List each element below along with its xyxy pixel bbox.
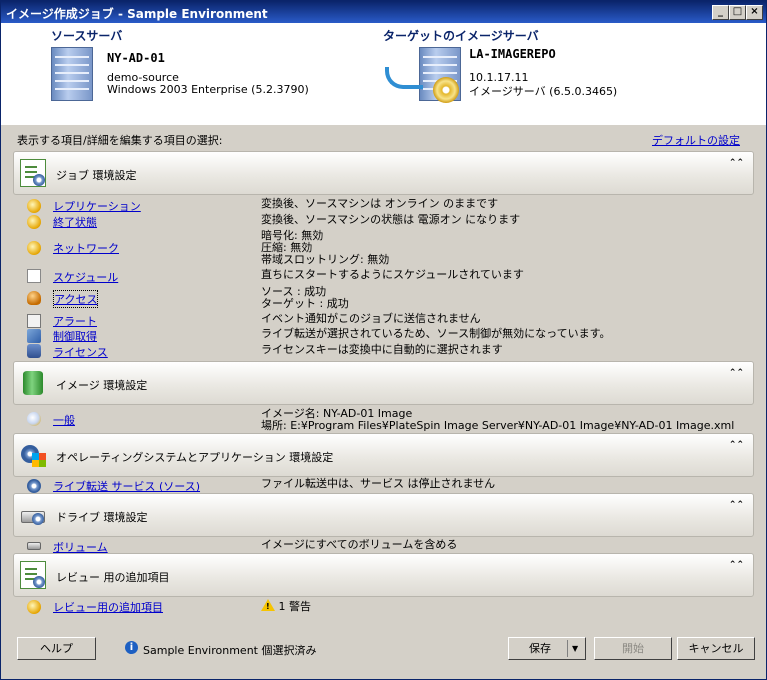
network-icon	[27, 241, 41, 255]
replication-value: 変換後、ソースマシンは オンライン のままです	[261, 197, 499, 210]
save-button[interactable]: 保存 ▼	[508, 637, 586, 660]
section-job-settings[interactable]: ジョブ 環境設定 ⌃⌃	[13, 151, 754, 195]
section-drive-title: ドライブ 環境設定	[56, 511, 148, 524]
minimize-button[interactable]: _	[712, 5, 729, 20]
license-key-icon	[27, 344, 41, 358]
section-os-title: オペレーティングシステムとアプリケーション 環境設定	[56, 451, 334, 464]
access-target: ターゲット : 成功	[261, 297, 349, 310]
warning-count: 1 警告	[278, 600, 312, 613]
close-button[interactable]: ×	[746, 5, 763, 20]
alerts-value: イベント通知がこのジョブに送信されません	[261, 312, 481, 325]
review-icon	[27, 600, 41, 614]
collapse-chevron-icon[interactable]: ⌃⌃	[729, 560, 744, 570]
network-link[interactable]: ネットワーク	[53, 240, 119, 256]
title-bar[interactable]: イメージ作成ジョブ - Sample Environment _ □ ×	[1, 1, 766, 23]
replication-link[interactable]: レプリケーション	[53, 198, 141, 214]
schedule-value: 直ちにスタートするようにスケジュールされています	[261, 268, 524, 281]
settings-panel: ジョブ 環境設定 ⌃⌃ レプリケーション 変換後、ソースマシンは オンライン の…	[13, 151, 754, 619]
alerts-link[interactable]: アラート	[53, 313, 97, 329]
section-drive-settings[interactable]: ドライブ 環境設定 ⌃⌃	[13, 493, 754, 537]
volumes-value: イメージにすべてのボリュームを含める	[261, 538, 458, 551]
server-header: ソースサーバ NY-AD-01 demo-source Windows 2003…	[1, 23, 766, 125]
windows-gear-icon	[20, 441, 46, 469]
selection-title: 表示する項目/詳細を編集する項目の選択:	[17, 134, 223, 147]
section-job-title: ジョブ 環境設定	[56, 169, 137, 182]
start-button[interactable]: 開始	[594, 637, 672, 660]
license-value: ライセンスキーは変換中に自動的に選択されます	[261, 343, 503, 356]
section-image-settings[interactable]: イメージ 環境設定 ⌃⌃	[13, 361, 754, 405]
source-heading: ソースサーバ	[51, 29, 123, 43]
collapse-chevron-icon[interactable]: ⌃⌃	[729, 440, 744, 450]
access-link[interactable]: アクセス	[53, 290, 99, 308]
section-os-settings[interactable]: オペレーティングシステムとアプリケーション 環境設定 ⌃⌃	[13, 433, 754, 477]
image-server-section-icon	[20, 369, 46, 397]
collapse-chevron-icon[interactable]: ⌃⌃	[729, 158, 744, 168]
collapse-chevron-icon[interactable]: ⌃⌃	[729, 500, 744, 510]
end-state-link[interactable]: 終了状態	[53, 214, 97, 230]
cancel-button[interactable]: キャンセル	[677, 637, 755, 660]
end-state-value: 変換後、ソースマシンの状態は 電源オン になります	[261, 213, 521, 226]
job-settings-icon	[20, 159, 46, 187]
drive-icon	[27, 542, 41, 550]
calendar-icon	[27, 269, 41, 283]
info-icon: i	[125, 641, 138, 654]
section-review-items[interactable]: レビュー 用の追加項目 ⌃⌃	[13, 553, 754, 597]
save-dropdown-icon[interactable]: ▼	[572, 638, 578, 659]
warning-icon: !	[261, 599, 275, 611]
target-heading: ターゲットのイメージサーバ	[383, 29, 539, 43]
take-control-icon	[27, 329, 41, 343]
live-transfer-service-link[interactable]: ライブ転送 サービス (ソース)	[53, 478, 200, 494]
users-icon	[27, 291, 41, 305]
take-control-link[interactable]: 制御取得	[53, 328, 97, 344]
maximize-button[interactable]: □	[729, 5, 746, 20]
review-warning: ! 1 警告	[261, 599, 311, 613]
collapse-chevron-icon[interactable]: ⌃⌃	[729, 368, 744, 378]
disc-icon	[433, 77, 459, 103]
take-control-value: ライブ転送が選択されているため、ソース制御が無効になっています。	[261, 327, 611, 340]
source-server-icon	[51, 47, 93, 101]
transfer-arrow-icon	[385, 67, 423, 89]
end-state-icon	[27, 215, 41, 229]
source-server-os: Windows 2003 Enterprise (5.2.3790)	[107, 83, 309, 96]
selection-status: Sample Environment 個選択済み	[143, 644, 317, 657]
source-server-name: NY-AD-01	[107, 51, 165, 65]
target-server-version: イメージサーバ (6.5.0.3465)	[469, 85, 618, 98]
window-title: イメージ作成ジョブ - Sample Environment	[6, 7, 268, 21]
general-link[interactable]: 一般	[53, 412, 75, 428]
live-transfer-service-value: ファイル転送中は、サービス は停止されません	[261, 477, 496, 490]
image-job-window: イメージ作成ジョブ - Sample Environment _ □ × ソース…	[0, 0, 767, 680]
envelope-icon	[27, 314, 41, 328]
review-items-link[interactable]: レビュー用の追加項目	[53, 599, 163, 615]
general-icon	[27, 412, 41, 426]
section-image-title: イメージ 環境設定	[56, 379, 148, 392]
network-throttling: 帯域スロットリング: 無効	[261, 253, 390, 266]
replication-icon	[27, 199, 41, 213]
license-link[interactable]: ライセンス	[53, 344, 108, 360]
section-review-title: レビュー 用の追加項目	[56, 571, 170, 584]
schedule-link[interactable]: スケジュール	[53, 269, 118, 285]
drive-gear-icon	[20, 501, 46, 529]
save-label: 保存	[529, 642, 551, 655]
service-gear-icon	[27, 479, 41, 493]
target-server-name: LA-IMAGEREPO	[469, 47, 556, 61]
image-location: 場所: E:¥Program Files¥PlateSpin Image Ser…	[261, 419, 735, 432]
help-button[interactable]: ヘルプ	[17, 637, 96, 660]
review-list-icon	[20, 561, 46, 589]
default-settings-link[interactable]: デフォルトの設定	[652, 132, 740, 148]
